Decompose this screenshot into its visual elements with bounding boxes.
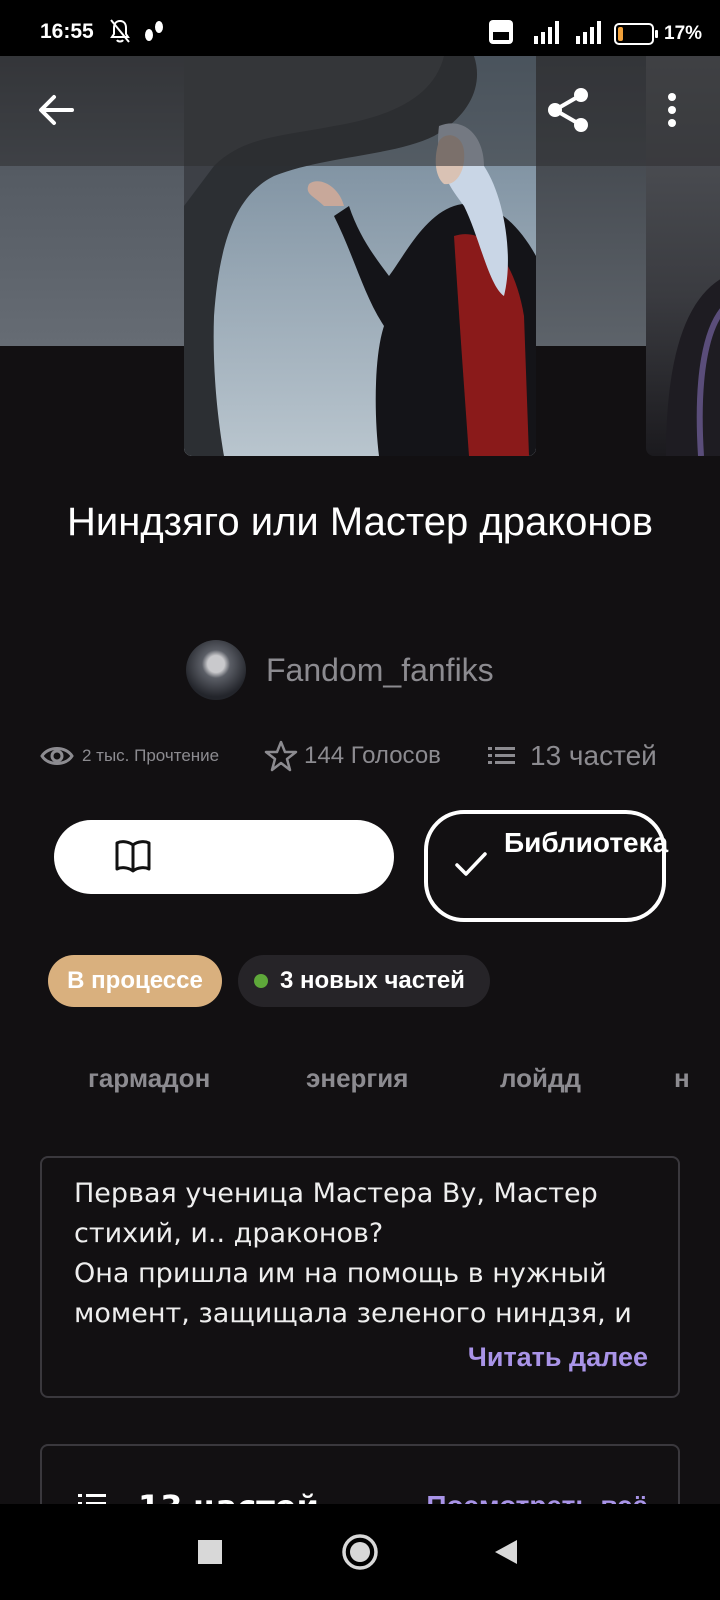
recents-button[interactable] xyxy=(182,1524,238,1580)
back-triangle-icon xyxy=(495,1540,517,1564)
share-button[interactable] xyxy=(536,78,600,142)
star-icon xyxy=(264,740,298,772)
footsteps-icon xyxy=(145,21,163,41)
clock: 16:55 xyxy=(40,20,94,43)
new-parts-label: 3 новых частей xyxy=(280,967,465,994)
back-nav-button[interactable] xyxy=(478,1524,534,1580)
reads-count: 2 тыс. Прочтение xyxy=(82,746,220,765)
home-button[interactable] xyxy=(332,1524,388,1580)
votes-stat: 144 Голосов xyxy=(264,734,441,778)
new-parts-badge: 3 новых частей xyxy=(238,955,490,1007)
signal-4g-icon xyxy=(534,21,559,44)
parts-list-icon xyxy=(78,1494,106,1504)
back-button[interactable] xyxy=(24,78,88,142)
more-vert-icon xyxy=(668,93,676,127)
author-avatar[interactable] xyxy=(186,640,246,700)
story-title: Ниндзяго или Мастер драконов xyxy=(67,500,653,544)
read-more-link[interactable]: Читать далее xyxy=(468,1342,648,1373)
system-nav-bar xyxy=(0,1504,720,1600)
parts-stat: 13 частей xyxy=(488,734,657,778)
story-stats: 2 тыс. Прочтение 144 Голосов 13 частей xyxy=(40,734,690,778)
see-all-link[interactable]: Посмотреть всё xyxy=(426,1490,648,1504)
parts-label: 13 частей xyxy=(138,1488,319,1504)
tags-row[interactable]: гармадон энергия лойдд н xyxy=(0,1050,690,1106)
home-circle-icon xyxy=(342,1534,378,1570)
signal-icon xyxy=(576,21,601,44)
votes-count: 144 Голосов xyxy=(304,742,441,769)
status-badge: В процессе xyxy=(48,955,222,1007)
new-indicator-dot xyxy=(254,974,268,988)
list-icon xyxy=(488,747,515,764)
description-card: Первая ученица Мастера Ву, Мастер стихий… xyxy=(40,1156,680,1398)
library-button[interactable]: Библиотека xyxy=(424,810,669,922)
author-name[interactable]: Fandom_fanfiks xyxy=(266,652,494,689)
description-body: Первая ученица Мастера Ву, Мастер стихий… xyxy=(74,1178,632,1329)
mute-bell-icon xyxy=(110,19,130,43)
top-toolbar xyxy=(0,56,720,166)
check-icon xyxy=(455,852,487,876)
battery-icon xyxy=(614,23,658,45)
tag-chip[interactable]: энергия xyxy=(306,1050,408,1106)
share-icon xyxy=(548,88,588,132)
tag-chip[interactable]: гармадон xyxy=(88,1050,210,1106)
tag-chip[interactable]: н xyxy=(674,1050,690,1106)
more-options-button[interactable] xyxy=(640,78,704,142)
author-link[interactable]: Fandom_fanfiks xyxy=(186,640,494,700)
parts-card[interactable]: 13 частей Посмотреть всё xyxy=(40,1444,680,1504)
tag-chip[interactable]: лойдд xyxy=(500,1050,581,1106)
book-open-icon xyxy=(115,840,151,873)
parts-count: 13 частей xyxy=(530,740,657,771)
library-label: Библиотека xyxy=(504,827,669,858)
status-bar: 16:55 17% xyxy=(0,0,720,56)
eye-icon xyxy=(40,747,74,765)
description-text: Первая ученица Мастера Ву, Мастер стихий… xyxy=(74,1174,664,1334)
reads-stat: 2 тыс. Прочтение xyxy=(40,734,219,778)
recents-square-icon xyxy=(198,1540,222,1564)
back-arrow-icon xyxy=(39,95,74,125)
battery-percent: 17% xyxy=(664,23,703,44)
read-button[interactable] xyxy=(54,820,394,894)
volte-icon xyxy=(489,20,513,44)
